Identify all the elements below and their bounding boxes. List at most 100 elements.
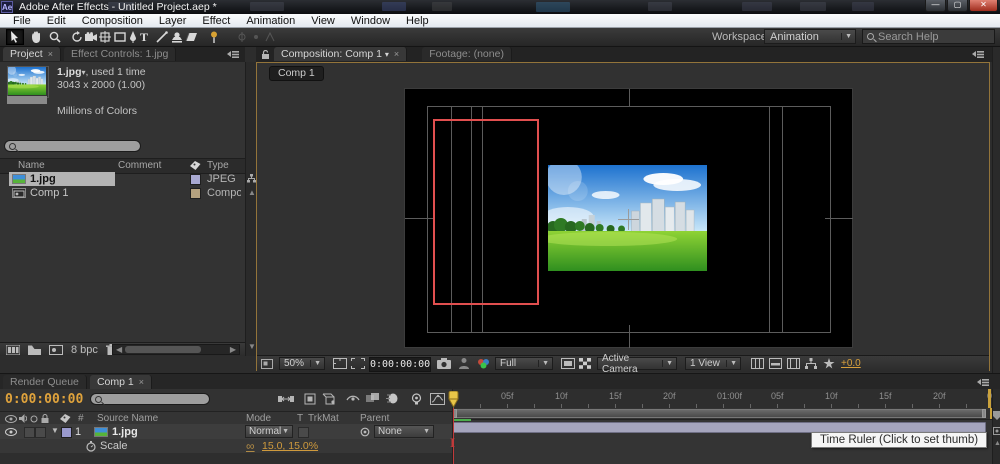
constrain-proportions-icon[interactable]: ∞ (246, 439, 255, 453)
column-mode[interactable]: Mode (246, 413, 271, 424)
red-region-rectangle[interactable] (433, 119, 539, 305)
property-name[interactable]: Scale (100, 440, 128, 452)
tab-timeline-comp1[interactable]: Comp 1× (90, 375, 152, 389)
toggle-viewer-lock-icon[interactable] (751, 358, 764, 369)
resolution-dropdown[interactable]: Full▼ (495, 357, 553, 370)
time-navigator-start[interactable] (453, 419, 471, 421)
property-row-scale[interactable]: Scale ∞ 15.0, 15.0% (0, 439, 452, 454)
scroll-up-icon[interactable]: ▲ (248, 188, 256, 198)
interpret-footage-icon[interactable] (6, 345, 20, 355)
region-of-interest-icon[interactable] (351, 358, 365, 369)
comp-timecode[interactable]: 0:00:00:00 (369, 357, 431, 372)
footage-name[interactable]: 1.jpg (57, 66, 82, 78)
work-area-end-handle[interactable] (982, 409, 986, 418)
parent-dropdown[interactable]: None▼ (374, 425, 434, 438)
show-channels-icon[interactable] (477, 358, 490, 369)
menu-item-3[interactable]: Layer (151, 15, 195, 27)
bit-depth-button[interactable]: 8 bpc (71, 344, 98, 356)
menu-item-2[interactable]: Composition (74, 15, 151, 27)
close-tab-icon[interactable]: × (48, 49, 53, 59)
frame-blending-icon[interactable] (366, 393, 380, 404)
new-folder-icon[interactable] (28, 345, 41, 355)
stopwatch-icon[interactable] (86, 441, 96, 452)
playhead-ibeam[interactable]: I (450, 435, 455, 451)
target-region-icon[interactable] (561, 358, 575, 369)
puppet-pin-tool[interactable] (205, 29, 223, 45)
eraser-tool[interactable] (182, 29, 200, 45)
label-color-icon[interactable] (190, 161, 201, 171)
hand-tool[interactable] (27, 29, 45, 45)
graph-editor-icon[interactable] (430, 393, 445, 405)
label-swatch[interactable] (190, 174, 201, 185)
comp-flowchart-icon[interactable] (787, 358, 800, 369)
scroll-right-icon[interactable]: ▶ (230, 345, 236, 355)
label-swatch[interactable] (190, 188, 201, 199)
column-t[interactable]: T (297, 413, 303, 424)
snapshot-camera-icon[interactable] (437, 358, 451, 369)
zoom-tool[interactable] (46, 29, 64, 45)
fast-previews-icon[interactable] (823, 358, 835, 369)
menu-item-0[interactable]: File (5, 15, 39, 27)
horizontal-scrollbar[interactable]: ◀ ▶ (112, 344, 240, 355)
close-tab-icon[interactable]: × (394, 49, 399, 59)
maximize-button[interactable]: ▢ (947, 0, 968, 12)
eye-icon[interactable] (5, 428, 17, 436)
live-update-icon[interactable] (304, 393, 316, 405)
view-layout-dropdown[interactable]: 1 View▼ (685, 357, 741, 370)
show-snapshot-icon[interactable] (459, 358, 469, 369)
project-search-input[interactable] (4, 140, 141, 152)
magnification-dropdown[interactable]: 50%▼ (279, 357, 325, 370)
brainstorm-icon[interactable] (410, 393, 423, 405)
switch-box[interactable] (24, 427, 35, 438)
close-tab-icon[interactable]: × (139, 377, 144, 387)
motion-blur-icon[interactable] (386, 393, 398, 404)
tab-render-queue[interactable]: Render Queue (3, 375, 87, 389)
shy-layers-icon[interactable] (346, 394, 360, 404)
timeline-button-icon[interactable] (769, 358, 782, 369)
workspace-dropdown[interactable]: Animation▼ (764, 29, 856, 44)
lock-panel-icon[interactable] (261, 50, 271, 59)
column-name[interactable]: Name (18, 160, 45, 171)
tab-footage[interactable]: Footage: (none) (422, 47, 512, 61)
exposure-value[interactable]: +0.0 (841, 358, 861, 369)
scroll-left-icon[interactable]: ◀ (116, 345, 122, 355)
tab-composition[interactable]: Composition: Comp 1 ▾× (274, 47, 407, 61)
panel-menu-icon[interactable] (977, 378, 990, 387)
chevron-down-icon[interactable]: ▾ (385, 50, 389, 59)
column-comment[interactable]: Comment (118, 160, 161, 171)
switch-box[interactable] (35, 427, 46, 438)
column-source-name[interactable]: Source Name (97, 413, 158, 424)
mini-flowchart-icon[interactable] (805, 358, 817, 369)
comp-marker-bin-icon[interactable] (993, 411, 1000, 420)
comp-viewer[interactable] (257, 81, 989, 355)
current-time-display[interactable]: 0:00:00:00 (5, 392, 83, 407)
panel-menu-icon[interactable] (972, 50, 985, 59)
trkmat-box[interactable] (298, 427, 309, 438)
comp-mini-flowchart-icon[interactable] (278, 394, 294, 404)
column-type[interactable]: Type (207, 160, 229, 171)
pickwhip-icon[interactable] (360, 427, 370, 437)
menu-item-1[interactable]: Edit (39, 15, 74, 27)
row-name[interactable]: Comp 1 (30, 187, 69, 199)
scroll-up-icon[interactable]: ▲ (994, 439, 1000, 449)
new-composition-icon[interactable] (49, 345, 63, 355)
layer-label-swatch[interactable] (61, 427, 72, 438)
comp-frame[interactable] (404, 88, 853, 348)
search-help-input[interactable]: Search Help (862, 29, 995, 44)
work-area-bar[interactable] (453, 409, 986, 418)
type-tool[interactable]: T (135, 29, 153, 45)
scrollbar-thumb[interactable] (125, 346, 201, 353)
expander-arrow-icon[interactable]: ▼ (51, 426, 59, 435)
column-trkmat[interactable]: TrkMat (308, 413, 339, 424)
tab-project[interactable]: Project× (3, 47, 61, 61)
row-name[interactable]: 1.jpg (30, 173, 56, 185)
close-button[interactable]: ✕ (969, 0, 998, 12)
safe-margins-icon[interactable] (333, 358, 347, 369)
menu-item-4[interactable]: Effect (194, 15, 238, 27)
layer-name[interactable]: 1.jpg (112, 426, 138, 438)
menu-item-7[interactable]: Window (343, 15, 398, 27)
selection-tool[interactable] (6, 29, 24, 45)
column-parent[interactable]: Parent (360, 413, 389, 424)
tab-effect-controls[interactable]: Effect Controls: 1.jpg (64, 47, 176, 61)
minimize-button[interactable]: — (925, 0, 946, 12)
